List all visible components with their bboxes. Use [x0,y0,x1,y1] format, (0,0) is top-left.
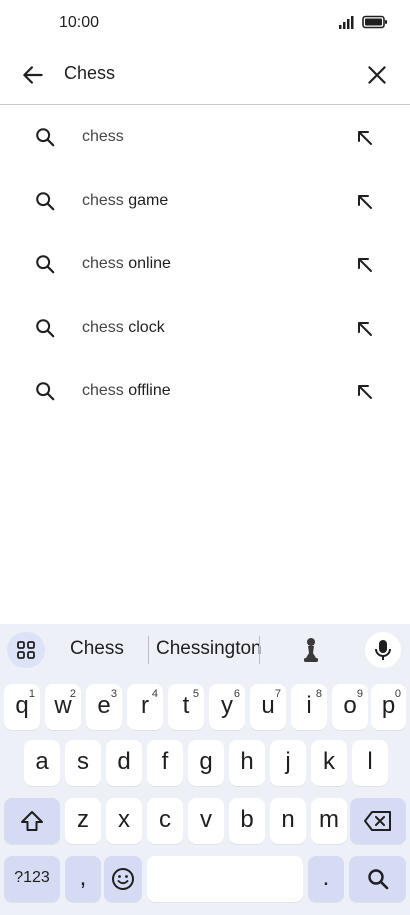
key-e[interactable]: e3 [86,684,122,730]
keyboard-suggestion-chess[interactable]: Chess [70,638,124,660]
search-key[interactable] [349,856,406,902]
shift-icon [21,811,43,831]
back-arrow-icon[interactable] [20,62,46,88]
fill-query-arrow-icon[interactable] [355,255,375,275]
suggestion-text: chess offline [82,382,171,399]
suggestion-item[interactable]: chess game [0,170,410,234]
status-time: 10:00 [59,14,100,31]
status-bar: 10:00 [0,0,410,46]
search-input[interactable]: Chess [64,63,115,84]
key-d[interactable]: d [106,740,142,786]
key-r[interactable]: r4 [127,684,163,730]
keyboard-suggestion-strip: Chess Chessington [0,624,410,674]
suggestion-text: chess game [82,191,169,209]
search-bar: Chess [0,46,410,105]
suggestion-item[interactable]: chess offline [0,360,410,424]
key-p[interactable]: p0 [371,684,406,730]
shift-key[interactable] [4,798,60,844]
divider [148,636,149,664]
clear-icon[interactable] [364,62,390,88]
search-icon [36,191,55,210]
backspace-icon [364,811,391,831]
symbols-key[interactable]: ?123 [4,856,60,902]
fill-query-arrow-icon[interactable] [355,192,375,212]
key-a[interactable]: a [24,740,60,786]
keyboard-suggestion-chessington[interactable]: Chessington [156,638,262,660]
key-u[interactable]: u7 [250,684,286,730]
key-i[interactable]: i8 [291,684,327,730]
fill-query-arrow-icon[interactable] [355,319,375,339]
space-key[interactable] [147,856,303,902]
divider [259,636,260,664]
keyboard-menu-button[interactable] [7,632,45,668]
comma-key[interactable]: , [65,856,101,902]
suggestion-item[interactable]: chess clock [0,297,410,361]
search-icon [367,869,388,890]
key-l[interactable]: l [352,740,388,786]
fill-query-arrow-icon[interactable] [355,128,375,148]
system-icons [338,15,388,29]
key-j[interactable]: j [270,740,306,786]
emoji-key[interactable] [104,856,142,902]
search-icon [36,382,55,401]
key-h[interactable]: h [229,740,265,786]
key-o[interactable]: o9 [332,684,368,730]
key-b[interactable]: b [229,798,265,844]
key-k[interactable]: k [311,740,347,786]
suggestion-item[interactable]: chess [0,106,410,170]
key-z[interactable]: z [65,798,101,844]
microphone-icon [375,640,391,660]
key-v[interactable]: v [188,798,224,844]
key-q[interactable]: q1 [4,684,40,730]
battery-icon [362,15,387,29]
keyboard: Chess Chessington q1 w2 e3 r4 t5 y6 u7 i… [0,624,410,915]
backspace-key[interactable] [350,798,406,844]
key-g[interactable]: g [188,740,224,786]
key-c[interactable]: c [147,798,183,844]
search-icon [36,255,55,274]
key-x[interactable]: x [106,798,142,844]
fill-query-arrow-icon[interactable] [355,382,375,402]
key-w[interactable]: w2 [45,684,81,730]
key-t[interactable]: t5 [168,684,204,730]
apps-grid-icon [17,641,35,659]
suggestion-text: chess online [82,255,171,272]
search-icon [36,318,55,337]
search-icon [36,128,55,147]
signal-icon [339,16,354,29]
suggestion-text: chess clock [82,318,165,336]
key-s[interactable]: s [65,740,101,786]
key-y[interactable]: y6 [209,684,245,730]
emoji-icon [112,868,134,890]
suggestion-text: chess [82,128,124,145]
suggestion-item[interactable]: chess online [0,233,410,297]
key-n[interactable]: n [270,798,306,844]
suggestion-list: chess chess game chess online chess cloc… [0,106,410,424]
chess-pawn-emoji-icon[interactable] [300,636,322,664]
voice-input-button[interactable] [365,632,401,668]
period-key[interactable]: . [308,856,344,902]
key-m[interactable]: m [311,798,347,844]
key-f[interactable]: f [147,740,183,786]
